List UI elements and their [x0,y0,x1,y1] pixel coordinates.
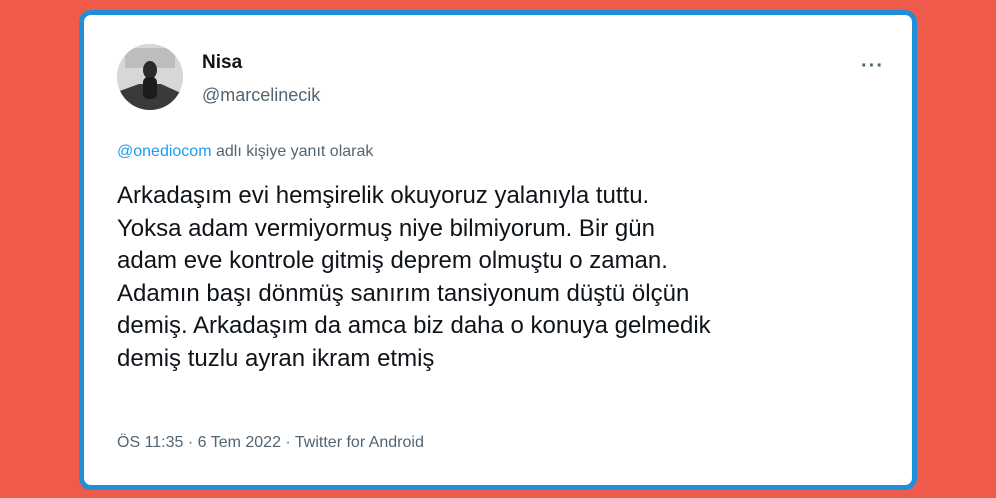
author-handle[interactable]: @marcelinecik [202,85,320,106]
tweet-text-line: adam eve kontrole gitmiş deprem olmuştu … [117,247,668,274]
tweet-time[interactable]: ÖS 11:35 [117,434,183,451]
tweet-text-line: demiş. Arkadaşım da amca biz daha o konu… [117,312,711,339]
tweet-date[interactable]: 6 Tem 2022 [198,434,281,451]
avatar[interactable] [117,44,183,110]
tweet-text-line: Arkadaşım evi hemşirelik okuyoruz yalanı… [117,182,650,209]
meta-separator: · [183,434,198,451]
tweet-source[interactable]: Twitter for Android [295,434,424,451]
tweet-text-line: Adamın başı dönmüş sanırım tansiyonum dü… [117,279,690,307]
tweet-metadata: ÖS 11:35 · 6 Tem 2022 · Twitter for Andr… [117,434,424,452]
more-options-icon[interactable]: ··· [861,55,884,78]
meta-separator: · [280,434,295,451]
tweet-card: Nisa @marcelinecik ··· @onediocom adlı k… [79,10,917,490]
tweet-text: Arkadaşım evi hemşirelik okuyoruz yalanı… [117,180,887,375]
tweet-text-line: Yoksa adam vermiyormuş niye bilmiyorum. … [117,214,655,242]
avatar-photo [117,44,183,110]
tweet-text-line: demiş tuzlu ayran ikram etmiş [117,344,435,372]
author-name[interactable]: Nisa [202,52,242,74]
reply-context-text: adlı kişiye yanıt olarak [211,143,374,160]
reply-context: @onediocom adlı kişiye yanıt olarak [117,143,373,161]
reply-mention-link[interactable]: @onediocom [117,143,212,160]
